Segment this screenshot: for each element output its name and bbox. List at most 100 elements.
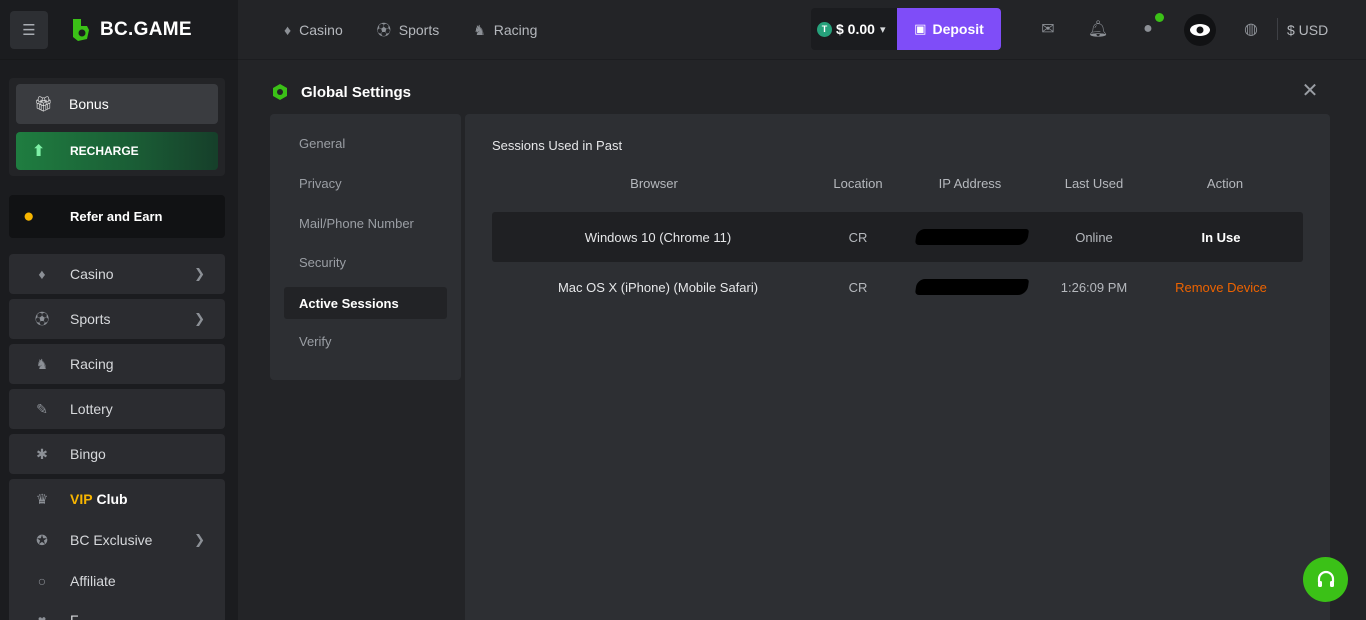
sidebar-item-label: Bingo — [70, 446, 106, 462]
bonus-button[interactable]: 🎁︎ Bonus — [16, 84, 218, 124]
support-button[interactable] — [1303, 557, 1348, 602]
globe-icon[interactable]: ◍ — [1240, 18, 1262, 40]
deposit-button[interactable]: ▣ Deposit — [897, 8, 1001, 50]
wallet: T $ 0.00 ▾ ▣ Deposit — [811, 8, 1001, 50]
sidebar-item-racing[interactable]: ♞ Racing — [9, 344, 225, 384]
currency-selector[interactable]: $ USD — [1287, 0, 1328, 60]
top-link-racing[interactable]: ♞ Racing — [473, 22, 537, 39]
vip-club-label: VIP Club — [70, 491, 128, 507]
close-icon[interactable]: ✕ — [1299, 79, 1321, 102]
sports-icon: ⚽︎ — [35, 311, 49, 327]
column-header-location: Location — [833, 176, 883, 191]
refer-label: Refer and Earn — [70, 209, 163, 224]
page-title: Global Settings — [301, 83, 412, 101]
top-nav: ♦ Casino ⚽︎ Sports ♞ Racing — [284, 0, 571, 60]
chevron-down-icon: ▾ — [879, 23, 886, 36]
redacted-ip — [914, 229, 1030, 245]
balance-amount: $ 0.00 — [836, 21, 875, 37]
refer-and-earn-button[interactable]: ● Refer and Earn — [9, 195, 225, 238]
sidebar-item-casino[interactable]: ♦ Casino ❯ — [9, 254, 225, 294]
recharge-label: RECHARGE — [70, 144, 139, 158]
promo-box: 🎁︎ Bonus ⬆ RECHARGE — [9, 78, 225, 176]
eye-icon[interactable] — [1184, 14, 1216, 46]
sidebar-item-bingo[interactable]: ✱ Bingo — [9, 434, 225, 474]
last-used-cell: Online — [1075, 229, 1113, 245]
chevron-right-icon: ❯ — [194, 266, 205, 281]
sidebar-item-lottery[interactable]: ✎ Lottery — [9, 389, 225, 429]
location-cell: CR — [848, 229, 868, 245]
sidebar-item-vip-club[interactable]: ♛ VIP Club — [9, 479, 225, 519]
racing-icon: ♞ — [35, 355, 49, 372]
sports-icon: ⚽︎ — [376, 22, 391, 38]
settings-nav: General Privacy Mail/Phone Number Securi… — [270, 114, 461, 380]
column-header-browser: Browser — [630, 176, 678, 191]
racing-icon: ♞ — [473, 21, 486, 38]
top-link-sports[interactable]: ⚽︎ Sports — [377, 20, 439, 40]
top-link-label: Racing — [493, 22, 538, 38]
browser-cell: Mac OS X (iPhone) (Mobile Safari) — [557, 279, 759, 295]
top-link-casino[interactable]: ♦ Casino — [284, 22, 343, 38]
sidebar-item-label: Casino — [70, 266, 114, 282]
settings-tab-verify[interactable]: Verify — [284, 325, 447, 357]
vip-group: ♛ VIP Club ✪ BC Exclusive ❯ ○ Affiliate … — [9, 479, 225, 620]
remove-device-button[interactable]: Remove Device — [1156, 262, 1286, 312]
session-row: Windows 10 (Chrome 11) CR Online In Use — [492, 212, 1303, 262]
bell-icon[interactable]: 🔔︎ — [1087, 18, 1109, 40]
sidebar-item-bc-exclusive[interactable]: ✪ BC Exclusive ❯ — [9, 520, 225, 560]
medal-icon: ✪ — [36, 531, 48, 548]
redacted-ip — [914, 279, 1030, 295]
lottery-icon: ✎ — [36, 400, 48, 417]
sidebar-item-label: Lottery — [70, 401, 113, 417]
sessions-panel: Sessions Used in Past Browser Location I… — [465, 114, 1330, 620]
recharge-icon: ⬆ — [32, 143, 46, 160]
sidebar-item-label: Sports — [70, 311, 111, 327]
gift-icon: 🎁︎ — [34, 96, 54, 113]
hamburger-menu-button[interactable]: ☰ — [10, 10, 48, 49]
sidebar-item-partial[interactable]: ♥ F — [9, 600, 225, 620]
column-header-ip: IP Address — [938, 176, 1002, 191]
settings-header: Global Settings — [270, 82, 411, 102]
affiliate-icon: ○ — [37, 573, 47, 589]
recharge-button[interactable]: ⬆ RECHARGE — [16, 132, 218, 170]
divider — [1277, 18, 1278, 40]
settings-tab-security[interactable]: Security — [284, 246, 447, 278]
sidebar: ☰ BC.GAME 🎁︎ Bonus ⬆ RECHARGE ● Refer an… — [0, 0, 238, 620]
settings-hex-icon — [270, 82, 290, 102]
column-header-last-used: Last Used — [1064, 176, 1124, 191]
bc-logo-icon — [70, 17, 92, 43]
hamburger-icon: ☰ — [22, 21, 36, 39]
online-indicator — [1155, 13, 1164, 22]
logo[interactable]: BC.GAME — [70, 17, 192, 43]
deposit-label: Deposit — [932, 21, 984, 37]
settings-tab-general[interactable]: General — [284, 127, 447, 159]
coins-icon: ● — [23, 205, 35, 227]
settings-tab-privacy[interactable]: Privacy — [284, 167, 447, 199]
browser-cell: Windows 10 (Chrome 11) — [584, 229, 732, 245]
mail-icon[interactable]: ✉ — [1037, 18, 1059, 40]
sidebar-item-label: F — [70, 612, 79, 620]
top-link-label: Sports — [398, 22, 440, 38]
chat-icon[interactable]: ● — [1137, 18, 1159, 40]
sidebar-item-affiliate[interactable]: ○ Affiliate — [9, 561, 225, 601]
action-cell: In Use — [1201, 229, 1241, 245]
sidebar-item-sports[interactable]: ⚽︎ Sports ❯ — [9, 299, 225, 339]
column-header-action: Action — [1206, 176, 1244, 191]
headset-icon — [1317, 570, 1334, 587]
balance-selector[interactable]: T $ 0.00 ▾ — [817, 8, 885, 50]
chevron-right-icon: ❯ — [194, 311, 205, 326]
ip-cell — [914, 212, 1030, 262]
topbar: ♦ Casino ⚽︎ Sports ♞ Racing T $ 0.00 ▾ ▣… — [238, 0, 1366, 60]
crown-icon: ♛ — [35, 490, 49, 507]
logo-text: BC.GAME — [100, 18, 192, 40]
sidebar-header: ☰ BC.GAME — [0, 0, 238, 60]
wallet-icon: ▣ — [914, 21, 927, 36]
sessions-title: Sessions Used in Past — [492, 138, 623, 153]
heart-icon: ♥ — [37, 612, 47, 620]
sidebar-item-label: Affiliate — [70, 573, 116, 589]
bingo-icon: ✱ — [36, 445, 48, 462]
location-cell: CR — [848, 279, 868, 295]
session-row: Mac OS X (iPhone) (Mobile Safari) CR 1:2… — [492, 262, 1303, 312]
settings-tab-active-sessions[interactable]: Active Sessions — [284, 287, 447, 319]
top-link-label: Casino — [299, 22, 343, 38]
settings-tab-mail-phone[interactable]: Mail/Phone Number — [284, 207, 447, 239]
